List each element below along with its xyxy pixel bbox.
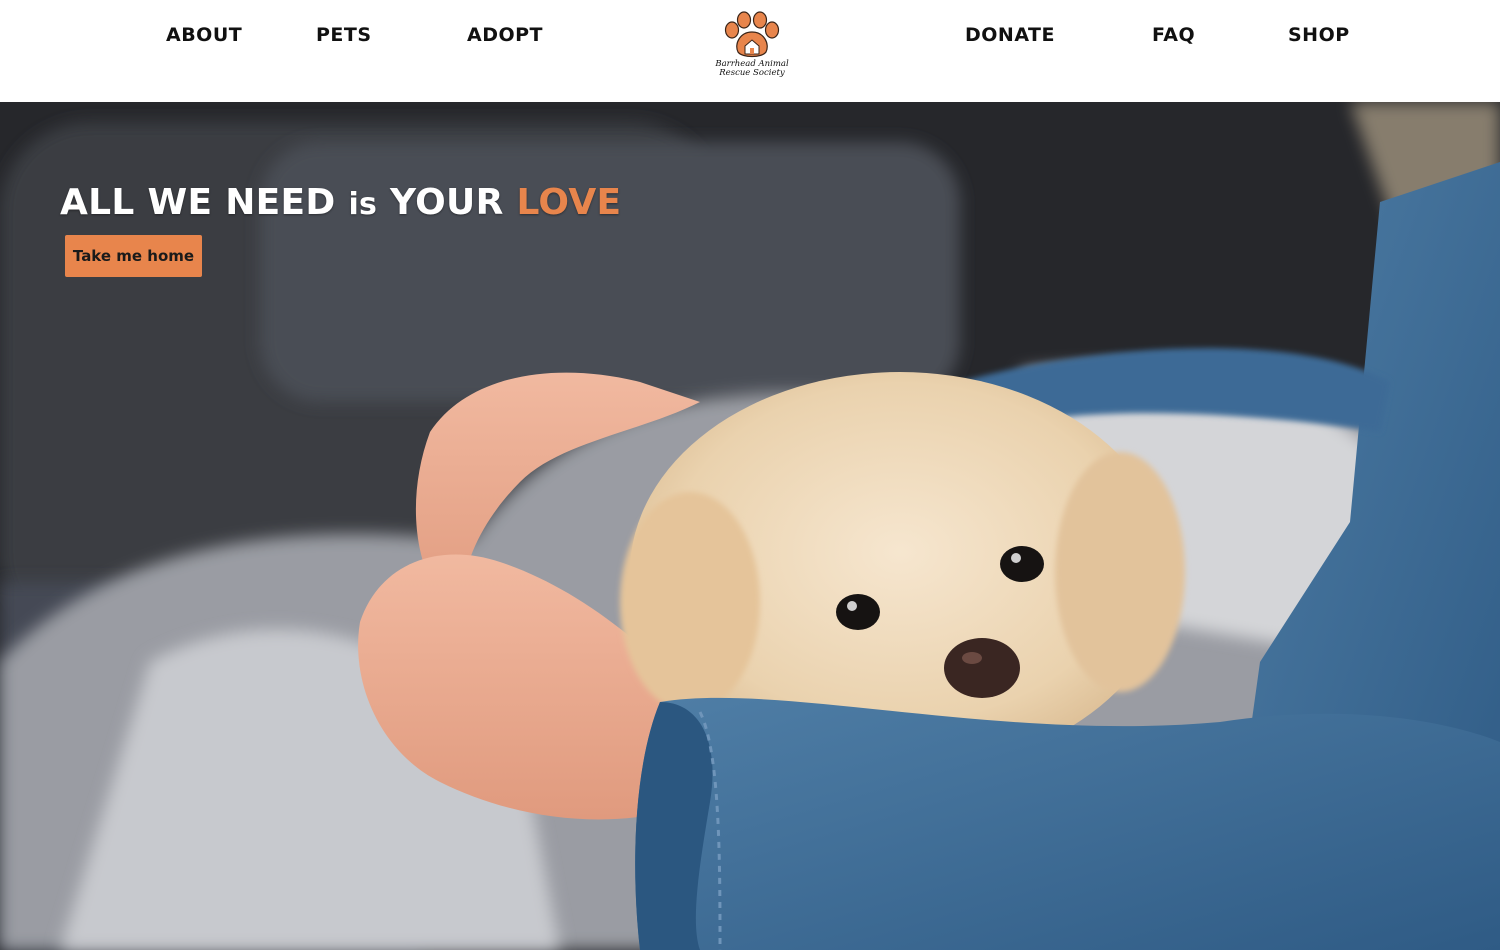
nav-link-pets[interactable]: PETS (316, 24, 372, 46)
nav-link-donate[interactable]: DONATE (965, 24, 1055, 46)
site-logo[interactable]: Barrhead Animal Rescue Society (712, 10, 792, 82)
headline-part-3: YOUR (390, 182, 504, 223)
nav-link-about[interactable]: ABOUT (166, 24, 242, 46)
nav-link-adopt[interactable]: ADOPT (467, 24, 543, 46)
hero-headline: ALL WE NEED is YOUR LOVE (60, 182, 621, 223)
nav-link-shop[interactable]: SHOP (1288, 24, 1350, 46)
headline-part-4: LOVE (516, 182, 622, 223)
paw-house-icon (724, 11, 780, 58)
puppy-in-arms-photo (0, 102, 1500, 950)
headline-part-1: ALL WE NEED (60, 182, 336, 223)
logo-text-line2: Rescue Society (719, 68, 785, 78)
site-header: ABOUT PETS ADOPT Barrhead Animal Rescue … (0, 0, 1500, 102)
headline-part-2: is (348, 187, 378, 222)
hero-section: ALL WE NEED is YOUR LOVE Take me home (0, 102, 1500, 950)
take-me-home-button[interactable]: Take me home (65, 235, 202, 277)
nav-link-faq[interactable]: FAQ (1152, 24, 1195, 46)
